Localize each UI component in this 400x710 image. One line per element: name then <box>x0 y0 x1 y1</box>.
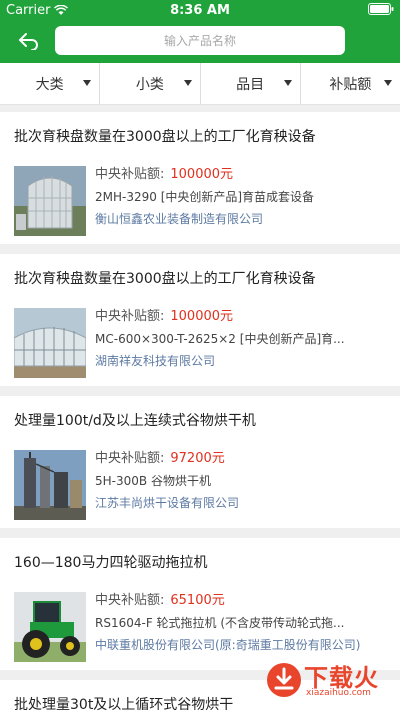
product-card[interactable]: 160—180马力四轮驱动拖拉机 中央补贴额: 65100元 RS1604-F 轮… <box>0 538 400 670</box>
subsidy-label: 中央补贴额: <box>95 593 165 608</box>
filter-item-type-label: 品目 <box>236 76 265 93</box>
filter-subsidy[interactable]: 补贴额 <box>299 63 400 104</box>
product-model: 2MH-3290 [中央创新产品]育苗成套设备 <box>95 190 315 204</box>
product-model: RS1604-F 轮式拖拉机 (不含皮带传动轮式拖... <box>95 616 345 630</box>
status-bar: Carrier 8:36 AM <box>0 0 400 22</box>
filter-item-type[interactable]: 品目 <box>199 63 300 104</box>
filter-subcategory-label: 小类 <box>135 76 164 93</box>
filter-subsidy-label: 补贴额 <box>329 76 372 93</box>
product-company: 江苏丰尚烘干设备有限公司 <box>95 496 240 510</box>
subsidy-row: 中央补贴额: 100000元 <box>95 164 390 186</box>
product-info: 中央补贴额: 97200元 5H-300B 谷物烘干机 江苏丰尚烘干设备有限公司 <box>95 448 390 514</box>
dropdown-arrow-icon <box>83 80 92 86</box>
product-company: 中联重机股份有限公司(原:奇瑞重工股份有限公司) <box>95 638 361 652</box>
subsidy-amount: 100000元 <box>170 167 234 182</box>
product-info: 中央补贴额: 100000元 MC-600×300-T-2625×2 [中央创新产… <box>95 306 390 372</box>
dropdown-arrow-icon <box>283 80 292 86</box>
subsidy-row: 中央补贴额: 100000元 <box>95 306 390 328</box>
product-image-greenhouse-tunnel[interactable] <box>14 308 86 378</box>
filter-category-label: 大类 <box>35 76 64 93</box>
product-info: 中央补贴额: 65100元 RS1604-F 轮式拖拉机 (不含皮带传动轮式拖..… <box>95 590 390 656</box>
filter-bar: 大类 小类 品目 补贴额 <box>0 63 400 105</box>
dropdown-arrow-icon <box>183 80 192 86</box>
product-info: 中央补贴额: 100000元 2MH-3290 [中央创新产品]育苗成套设备 衡山… <box>95 164 390 230</box>
subsidy-row: 中央补贴额: 97200元 <box>95 448 390 470</box>
status-time: 8:36 AM <box>170 3 230 18</box>
subsidy-amount: 100000元 <box>170 309 234 324</box>
subsidy-amount: 65100元 <box>170 593 225 608</box>
product-image-greenhouse[interactable] <box>14 166 86 236</box>
product-card[interactable]: 处理量100t/d及以上连续式谷物烘干机 中央补贴额: 97200元 5H-300… <box>0 396 400 528</box>
product-model: 5H-300B 谷物烘干机 <box>95 474 211 488</box>
product-title: 处理量100t/d及以上连续式谷物烘干机 <box>14 413 256 429</box>
subsidy-amount: 97200元 <box>170 451 225 466</box>
download-fire-icon <box>267 663 301 697</box>
subsidy-label: 中央补贴额: <box>95 167 165 182</box>
filter-category[interactable]: 大类 <box>0 63 99 104</box>
product-title: 批处理量30t及以上循环式谷物烘干 <box>14 697 234 710</box>
product-title: 批次育秧盘数量在3000盘以上的工厂化育秧设备 <box>14 271 316 287</box>
subsidy-label: 中央补贴额: <box>95 309 165 324</box>
subsidy-label: 中央补贴额: <box>95 451 165 466</box>
product-model: MC-600×300-T-2625×2 [中央创新产品]育... <box>95 332 345 346</box>
watermark-logo: 下载火 xiazaihuo.com <box>264 658 394 704</box>
product-card[interactable]: 批次育秧盘数量在3000盘以上的工厂化育秧设备 中央补贴额: 100000元 MC… <box>0 254 400 386</box>
product-company: 湖南祥友科技有限公司 <box>95 354 216 368</box>
subsidy-row: 中央补贴额: 65100元 <box>95 590 390 612</box>
back-arrow-icon <box>19 33 38 50</box>
product-card[interactable]: 批次育秧盘数量在3000盘以上的工厂化育秧设备 中央补贴额: 100000元 2M… <box>0 112 400 244</box>
product-image-grain-dryer[interactable] <box>14 450 86 520</box>
battery-icon <box>368 3 394 15</box>
product-image-tractor[interactable] <box>14 592 86 662</box>
app-header: Carrier 8:36 AM <box>0 0 400 63</box>
search-input[interactable] <box>55 26 345 55</box>
product-list: 批次育秧盘数量在3000盘以上的工厂化育秧设备 中央补贴额: 100000元 2M… <box>0 112 400 710</box>
watermark-sub: xiazaihuo.com <box>306 688 371 698</box>
dropdown-arrow-icon <box>384 80 392 86</box>
product-title: 160—180马力四轮驱动拖拉机 <box>14 555 208 571</box>
search-box[interactable] <box>55 26 345 55</box>
product-company: 衡山恒鑫农业装备制造有限公司 <box>95 212 264 226</box>
product-title: 批次育秧盘数量在3000盘以上的工厂化育秧设备 <box>14 129 316 145</box>
filter-subcategory[interactable]: 小类 <box>99 63 199 104</box>
back-button[interactable] <box>14 28 44 54</box>
